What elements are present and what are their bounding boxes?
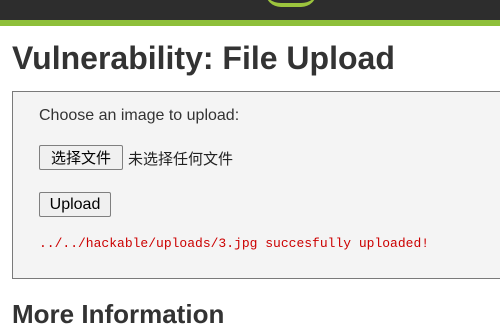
- page-title: Vulnerability: File Upload: [12, 40, 395, 76]
- file-selection-status: 未选择任何文件: [128, 150, 234, 168]
- upload-success-message: ../../hackable/uploads/3.jpg succesfully…: [39, 236, 430, 251]
- header-accent-stripe: [0, 20, 500, 26]
- upload-prompt-label: Choose an image to upload:: [39, 107, 240, 124]
- more-information-heading: More Information: [12, 299, 225, 329]
- top-banner: [0, 0, 500, 20]
- upload-button[interactable]: Upload: [39, 192, 111, 217]
- choose-file-button[interactable]: 选择文件: [39, 145, 123, 170]
- dvwa-logo: [265, 0, 317, 7]
- file-upload-panel: Choose an image to upload: 选择文件 未选择任何文件 …: [12, 91, 500, 279]
